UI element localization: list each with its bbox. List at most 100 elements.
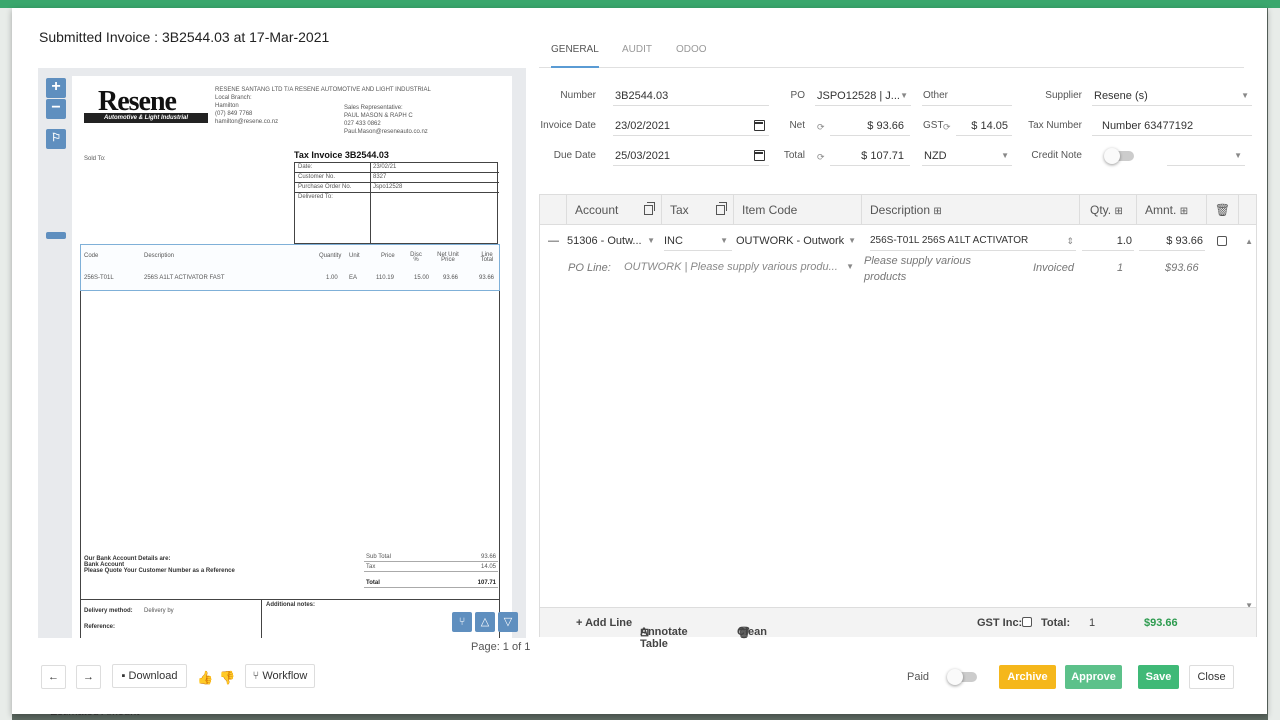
sold-to-label: Sold To: (84, 156, 106, 162)
bank-details: Our Bank Account Details are: Bank Accou… (84, 556, 235, 574)
invoice-page: Resene Automotive & Light Industrial RES… (72, 76, 512, 638)
grid-header: Account Tax Item Code Description ⊞ Qty.… (540, 195, 1256, 225)
grid-footer: + Add Line ⊡ Annotate Table 🗑 Clean GST I… (540, 607, 1256, 650)
tab-general[interactable]: GENERAL (551, 44, 599, 68)
number-input[interactable]: 3B2544.03 (613, 86, 769, 106)
annotated-line-table[interactable]: Code Description Quantity Unit Price Dis… (80, 244, 500, 291)
zoom-out-button[interactable]: − (46, 99, 66, 119)
tab-audit[interactable]: AUDIT (622, 44, 652, 68)
invoice-totals: Sub Total 93.66 Tax 14.05 Total 107.71 (364, 554, 498, 588)
split-icon[interactable]: ⑂ (452, 612, 472, 632)
description-column-header[interactable]: Description ⊞ (862, 195, 1080, 225)
workflow-icon: ⑂ (252, 670, 260, 682)
collapse-icon[interactable]: — (548, 231, 560, 251)
po-label: PO (790, 90, 805, 101)
amount-column-header[interactable]: Amnt. ⊞ (1137, 195, 1207, 225)
chevron-down-icon: ▼ (1001, 151, 1009, 160)
total-input[interactable]: $ 107.71 (830, 146, 910, 166)
due-date-input[interactable]: 25/03/2021 (613, 146, 769, 166)
account-column-header[interactable]: Account (567, 195, 662, 225)
chevron-down-icon: ▼ (720, 236, 728, 245)
number-label: Number (560, 90, 596, 101)
refresh-icon[interactable]: ⟳ (817, 152, 825, 163)
po-line-select[interactable]: OUTWORK | Please supply various produ...… (624, 257, 858, 277)
grid-icon: ⊞ (933, 206, 942, 217)
thumbs-up-icon[interactable]: 👍 (197, 670, 213, 686)
paid-label: Paid (907, 671, 930, 683)
credit-note-toggle[interactable] (1104, 148, 1134, 164)
arrow-left-icon: ← (48, 671, 59, 683)
net-label: Net (789, 120, 805, 131)
supplier-select[interactable]: Resene (s) ▼ (1092, 86, 1252, 106)
archive-button[interactable]: Archive (999, 665, 1056, 689)
zoom-slider[interactable] (46, 153, 66, 303)
copy-icon (716, 202, 727, 215)
workflow-button[interactable]: ⑂ Workflow (245, 664, 315, 688)
refresh-icon[interactable]: ⟳ (943, 122, 951, 133)
scroll-up-icon[interactable]: ▲ (1245, 237, 1253, 246)
currency-select[interactable]: NZD ▼ (922, 146, 1012, 166)
save-button[interactable]: Save (1138, 665, 1179, 689)
chevron-down-icon: ▼ (1234, 151, 1242, 160)
approve-button[interactable]: Approve (1065, 665, 1122, 689)
gst-label: GST (923, 120, 944, 131)
tax-invoice-heading: Tax Invoice 3B2544.03 (294, 150, 389, 160)
copy-icon (644, 202, 655, 215)
gst-input[interactable]: $ 14.05 (956, 116, 1012, 136)
thumbs-down-icon[interactable]: 👎 (219, 670, 235, 686)
invoice-modal: Submitted Invoice : 3B2544.03 at 17-Mar-… (12, 8, 1267, 714)
paid-toggle[interactable] (947, 669, 977, 685)
add-line-button[interactable]: + Add Line (576, 617, 632, 629)
net-input[interactable]: $ 93.66 (830, 116, 910, 136)
other-input[interactable] (922, 86, 1012, 106)
amount-input[interactable]: $ 93.66 (1139, 231, 1205, 251)
page-up-icon[interactable]: △ (475, 612, 495, 632)
po-select[interactable]: JSPO12528 | J... ▼ (815, 86, 911, 106)
resize-icon: ⇕ (1066, 236, 1074, 246)
refresh-icon[interactable]: ⟳ (817, 122, 825, 133)
tax-column-header[interactable]: Tax (662, 195, 734, 225)
gst-inc-checkbox[interactable] (1022, 617, 1032, 627)
tab-odoo[interactable]: ODOO (676, 44, 707, 68)
credit-note-select[interactable]: ▼ (1167, 146, 1245, 166)
total-label: Total (783, 150, 805, 161)
description-input[interactable]: 256S-T01L 256S A1LT ACTIVATOR ⇕ (870, 231, 1076, 251)
invoice-footer: Delivery method: Delivery by Reference: … (80, 599, 500, 638)
tax-number-label: Tax Number (1028, 120, 1082, 131)
tab-bar: GENERAL AUDIT ODOO (539, 36, 1244, 68)
background-right (1268, 8, 1280, 720)
chevron-down-icon: ▼ (848, 236, 856, 245)
grid-total-label: Total: (1041, 617, 1071, 629)
supplier-label: Supplier (1045, 90, 1082, 101)
tax-number-input[interactable]: Number 63477192 (1092, 116, 1252, 136)
document-viewer[interactable]: + − ⚐ Resene Automotive & Light Industri… (38, 68, 526, 638)
due-date-label: Due Date (553, 150, 596, 161)
next-button[interactable]: → (76, 665, 101, 689)
tax-select[interactable]: INC ▼ (664, 231, 732, 251)
invoice-date-input[interactable]: 23/02/2021 (613, 116, 769, 136)
background-left (0, 8, 12, 720)
qty-input[interactable]: 1.0 (1082, 231, 1134, 251)
page-down-icon[interactable]: ▽ (498, 612, 518, 632)
row-select-checkbox[interactable] (1217, 236, 1227, 246)
calendar-icon[interactable] (754, 150, 765, 161)
invoice-lines-grid: Account Tax Item Code Description ⊞ Qty.… (539, 194, 1257, 650)
close-button[interactable]: Close (1189, 665, 1234, 689)
qty-column-header[interactable]: Qty. ⊞ (1080, 195, 1137, 225)
calendar-icon[interactable] (754, 120, 765, 131)
grid-icon: ⊞ (1179, 206, 1189, 217)
zoom-slider-handle[interactable] (46, 232, 66, 239)
account-select[interactable]: 51306 - Outw... ▼ (567, 231, 659, 251)
resene-logo: Resene Automotive & Light Industrial (84, 86, 208, 126)
zoom-in-button[interactable]: + (46, 78, 66, 98)
arrow-right-icon: → (83, 671, 94, 683)
invoice-info-box: Date: 23/02/21 Customer No. 8327 Purchase … (294, 162, 499, 244)
item-code-column-header[interactable]: Item Code (734, 195, 862, 225)
gst-inc-label: GST Inc: (977, 617, 1023, 629)
grid-icon: ⊞ (1114, 206, 1123, 217)
previous-button[interactable]: ← (41, 665, 66, 689)
item-code-select[interactable]: OUTWORK - Outwork ▼ (736, 231, 860, 251)
flag-icon[interactable]: ⚐ (46, 129, 66, 149)
delete-all-icon[interactable]: 🗑 (1207, 195, 1239, 225)
download-button[interactable]: ▪ Download (112, 664, 187, 688)
